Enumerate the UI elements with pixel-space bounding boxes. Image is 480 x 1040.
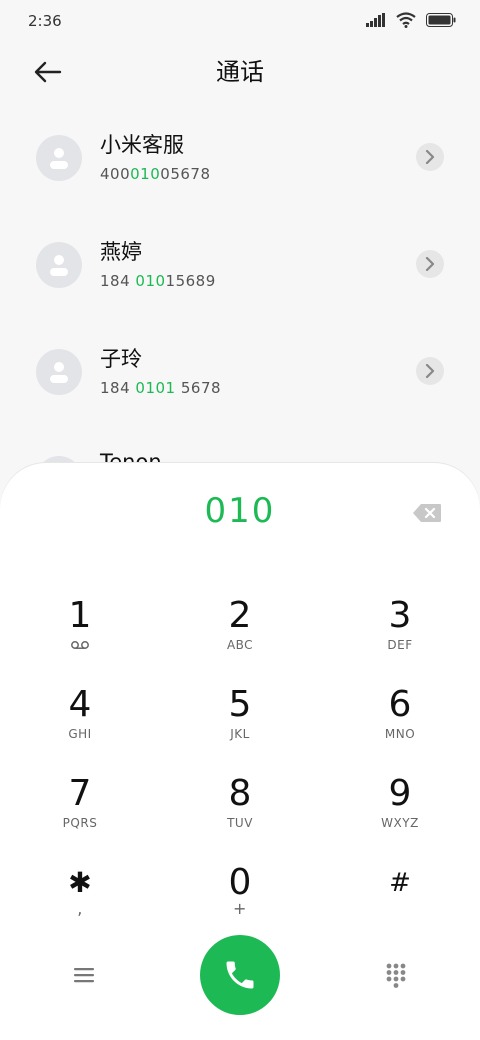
contact-detail-button[interactable] — [416, 250, 444, 278]
contact-number: 184 0101 5678 — [100, 379, 222, 397]
key-9[interactable]: 9 WXYZ — [340, 774, 460, 854]
signal-icon — [366, 13, 385, 27]
dialpad-icon — [386, 963, 406, 988]
dialpad-toggle-button[interactable] — [378, 957, 414, 993]
key-digit: 6 — [388, 684, 412, 725]
chevron-right-icon — [425, 364, 435, 378]
contact-name: 燕婷 — [100, 240, 142, 264]
battery-icon — [426, 13, 456, 27]
status-icons — [366, 12, 456, 28]
voicemail-icon — [71, 641, 89, 649]
key-letters: PQRS — [62, 816, 98, 830]
contact-name: 小米客服 — [100, 133, 184, 157]
key-3[interactable]: 3 DEF — [340, 596, 460, 676]
avatar — [36, 242, 82, 288]
menu-button[interactable] — [64, 960, 104, 990]
key-letters: ABC — [226, 638, 254, 652]
contact-detail-button[interactable] — [416, 143, 444, 171]
contact-detail-button[interactable] — [416, 357, 444, 385]
key-digit: ✱ — [68, 866, 92, 899]
contact-number: 184 01015689 — [100, 272, 216, 290]
chevron-right-icon — [425, 257, 435, 271]
chevron-right-icon — [425, 150, 435, 164]
backspace-button[interactable] — [412, 503, 442, 523]
key-letters: DEF — [387, 638, 413, 652]
key-digit: 8 — [228, 773, 252, 814]
key-8[interactable]: 8 TUV — [180, 774, 300, 854]
contact-name: 子玲 — [100, 347, 142, 371]
contact-item[interactable]: 燕婷 184 01015689 — [0, 234, 480, 324]
contact-item[interactable]: 小米客服 40001005678 — [0, 127, 480, 217]
status-bar: 2:36 — [0, 0, 480, 44]
key-digit: 7 — [68, 773, 92, 814]
key-letters: TUV — [227, 816, 253, 830]
key-digit: 2 — [228, 595, 252, 636]
key-4[interactable]: 4 GHI — [20, 685, 140, 765]
page-title: 通话 — [216, 58, 264, 86]
key-2[interactable]: 2 ABC — [180, 596, 300, 676]
header: 通话 — [0, 44, 480, 100]
key-digit: 1 — [68, 595, 92, 636]
person-icon — [50, 255, 68, 276]
contact-item[interactable]: 子玲 184 0101 5678 — [0, 341, 480, 431]
key-0[interactable]: 0 + — [180, 863, 300, 943]
key-letters: JKL — [230, 727, 250, 741]
key-letters: WXYZ — [381, 816, 419, 830]
status-time: 2:36 — [28, 12, 62, 30]
call-button[interactable] — [200, 935, 280, 1015]
contact-number: 40001005678 — [100, 165, 211, 183]
key-digit: 4 — [68, 684, 92, 725]
avatar — [36, 135, 82, 181]
key-digit: 3 — [388, 595, 412, 636]
key-digit: 0 — [228, 862, 252, 903]
key-digit: # — [389, 868, 411, 898]
key-star[interactable]: ✱ , — [20, 863, 140, 943]
key-1[interactable]: 1 — [20, 596, 140, 676]
key-7[interactable]: 7 PQRS — [20, 774, 140, 854]
key-letters: , — [77, 899, 83, 918]
phone-icon — [226, 961, 254, 989]
backspace-icon — [413, 504, 441, 522]
person-icon — [50, 362, 68, 383]
menu-icon — [74, 968, 94, 983]
key-digit: 5 — [228, 684, 252, 725]
person-icon — [50, 148, 68, 169]
key-hash[interactable]: # — [340, 863, 460, 943]
key-5[interactable]: 5 JKL — [180, 685, 300, 765]
avatar — [36, 349, 82, 395]
wifi-icon — [396, 12, 416, 28]
bottom-action-bar — [0, 935, 480, 1015]
dialed-number: 010 — [204, 491, 276, 531]
key-letters: + — [233, 899, 247, 918]
key-letters: MNO — [384, 727, 416, 741]
key-digit: 9 — [388, 773, 412, 814]
key-letters: GHI — [68, 727, 92, 741]
key-6[interactable]: 6 MNO — [340, 685, 460, 765]
